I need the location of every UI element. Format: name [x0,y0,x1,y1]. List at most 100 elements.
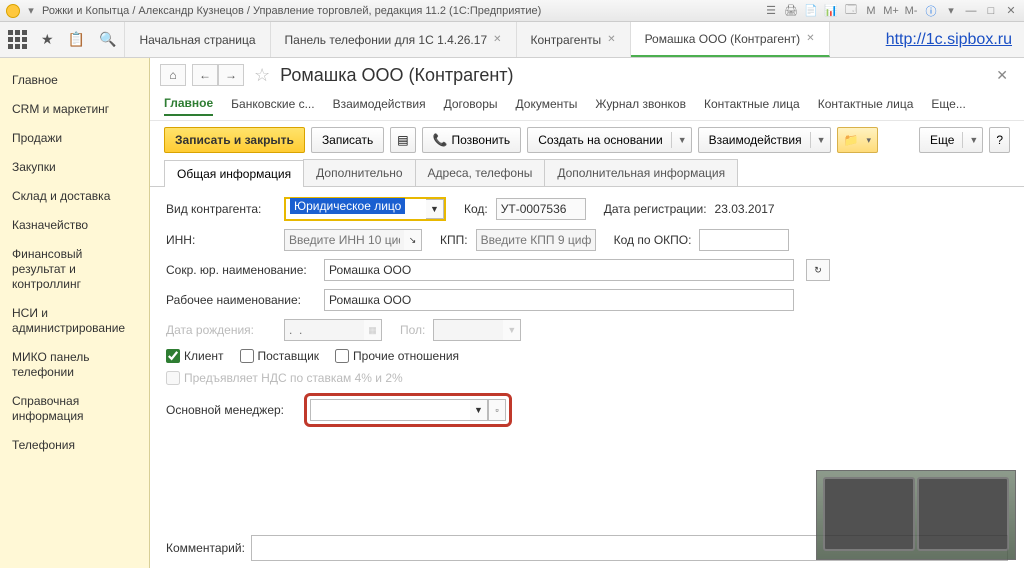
phone-image [816,470,1016,560]
sidebar-item[interactable]: Закупки [0,153,149,182]
tb-m-minus[interactable]: M- [904,4,918,18]
sidebar-item[interactable]: Финансовый результат и контроллинг [0,240,149,299]
sidebar-item[interactable]: НСИ и администрирование [0,299,149,343]
inn-label: ИНН: [166,233,276,247]
navtab-contracts[interactable]: Договоры [444,93,498,115]
code-label: Код: [464,202,488,216]
close-icon[interactable]: ✕ [990,67,1014,84]
sidebar-item[interactable]: Главное [0,66,149,95]
manager-highlight: ▼ ▫ [304,393,512,427]
subtabs: Общая информация Дополнительно Адреса, т… [150,159,1024,187]
close-icon[interactable]: ✕ [806,33,814,44]
search-icon[interactable]: 🔍 [99,31,116,48]
close-icon[interactable]: ✕ [607,34,615,45]
sidebar-item[interactable]: CRM и маркетинг [0,95,149,124]
sidebar-item[interactable]: Казначейство [0,211,149,240]
okpo-field[interactable] [699,229,789,251]
open-icon[interactable]: ▫ [488,399,506,421]
interactions-button[interactable]: Взаимодействия▼ [698,127,831,153]
external-link[interactable]: http://1c.sipbox.ru [874,22,1024,57]
sidebar-item[interactable]: Телефония [0,431,149,460]
regdate-label: Дата регистрации: [604,202,707,216]
comment-label: Комментарий: [166,541,245,555]
dropdown-icon[interactable]: ▾ [24,4,38,18]
tb-m[interactable]: M [864,4,878,18]
navtab-contacts[interactable]: Контактные лица [704,93,800,115]
chevron-down-icon[interactable]: ▼ [470,399,488,421]
call-button[interactable]: 📞Позвонить [422,127,522,153]
tab-current[interactable]: Ромашка ООО (Контрагент)✕ [631,22,830,57]
tb-icon[interactable]: 🖨 [784,4,798,18]
navtab-calls[interactable]: Журнал звонков [595,93,686,115]
help-button[interactable]: ? [989,127,1010,153]
manager-field[interactable] [310,399,470,421]
tab-telephony[interactable]: Панель телефонии для 1С 1.4.26.17✕ [271,22,517,57]
birth-label: Дата рождения: [166,323,276,337]
sidebar-item[interactable]: Склад и доставка [0,182,149,211]
tb-icon[interactable]: 📊 [824,4,838,18]
workname-label: Рабочее наименование: [166,293,316,307]
navtab-main[interactable]: Главное [164,92,213,116]
tb-icon[interactable]: ☰ [764,4,778,18]
workname-field[interactable] [324,289,794,311]
inn-field[interactable] [284,229,404,251]
tb-m-plus[interactable]: M+ [884,4,898,18]
refresh-icon[interactable]: ↻ [806,259,830,281]
info-icon[interactable]: ⓘ [924,4,938,18]
type-select[interactable]: Юридическое лицо ▼ [284,197,446,221]
form: Вид контрагента: Юридическое лицо ▼ Код:… [150,187,1024,445]
shortname-label: Сокр. юр. наименование: [166,263,316,277]
top-tabs: Начальная страница Панель телефонии для … [125,22,829,57]
navtab-documents[interactable]: Документы [516,93,578,115]
tb-icon[interactable]: 📄 [804,4,818,18]
other-checkbox[interactable]: Прочие отношения [335,349,459,363]
navtab-interactions[interactable]: Взаимодействия [333,93,426,115]
sidebar-item[interactable]: МИКО панель телефонии [0,343,149,387]
close-icon[interactable]: ✕ [493,34,501,45]
birth-field [284,319,364,341]
folder-button[interactable]: 📁▾ [837,127,878,153]
app-icon [6,4,20,18]
code-field[interactable] [496,198,586,220]
close-icon[interactable]: ✕ [1004,4,1018,18]
manager-label: Основной менеджер: [166,403,296,417]
subtab-general[interactable]: Общая информация [164,160,304,187]
save-button[interactable]: Записать [311,127,384,153]
minimize-icon[interactable]: — [964,4,978,18]
tab-home[interactable]: Начальная страница [125,22,270,57]
nav-tabs: Главное Банковские с... Взаимодействия Д… [150,88,1024,121]
chevron-down-icon: ▼ [503,319,521,341]
dropdown-icon[interactable]: ▾ [944,4,958,18]
back-button[interactable]: ← [192,64,218,86]
subtab-additional[interactable]: Дополнительно [303,159,415,186]
clipboard-icon[interactable]: 📋 [68,31,85,48]
titlebar: ▾ Рожки и Копытца / Александр Кузнецов /… [0,0,1024,22]
save-close-button[interactable]: Записать и закрыть [164,127,305,153]
navtab-contacts2[interactable]: Контактные лица [818,93,914,115]
star-icon[interactable]: ★ [41,31,54,48]
home-button[interactable]: ⌂ [160,64,186,86]
forward-button[interactable]: → [218,64,244,86]
subtab-addresses[interactable]: Адреса, телефоны [415,159,546,186]
star-icon[interactable]: ☆ [254,65,270,86]
tab-contragents[interactable]: Контрагенты✕ [517,22,631,57]
sidebar: Главное CRM и маркетинг Продажи Закупки … [0,58,150,568]
create-based-button[interactable]: Создать на основании▼ [527,127,691,153]
maximize-icon[interactable]: □ [984,4,998,18]
navtab-bank[interactable]: Банковские с... [231,93,314,115]
arrow-icon[interactable]: ↘ [404,229,422,251]
supplier-checkbox[interactable]: Поставщик [240,349,320,363]
sidebar-item[interactable]: Продажи [0,124,149,153]
list-button[interactable]: ▤ [390,127,415,153]
chevron-down-icon[interactable]: ▼ [426,199,444,219]
tb-icon[interactable]: 🗔 [844,4,858,18]
apps-icon[interactable] [8,30,27,49]
shortname-field[interactable] [324,259,794,281]
more-button[interactable]: Еще▼ [919,127,983,153]
subtab-addinfo[interactable]: Дополнительная информация [544,159,738,186]
navtab-more[interactable]: Еще... [931,93,965,115]
kpp-field[interactable] [476,229,596,251]
sidebar-item[interactable]: Справочная информация [0,387,149,431]
calendar-icon: ▦ [364,319,382,341]
client-checkbox[interactable]: Клиент [166,349,224,363]
